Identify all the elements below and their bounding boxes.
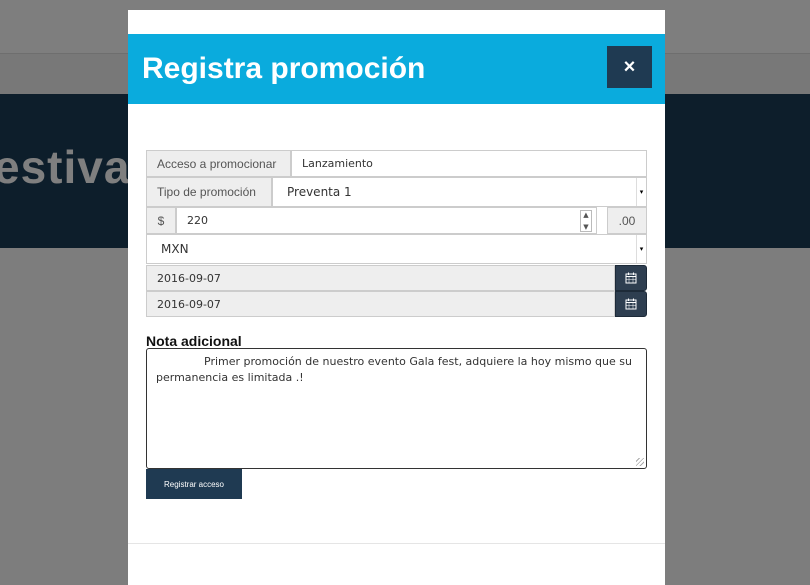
promotion-modal: Registra promoción × Acceso a promociona… xyxy=(128,10,665,585)
price-input[interactable]: 220 ▲ ▼ xyxy=(176,207,597,234)
date-end-row: 2016-09-07 xyxy=(146,291,647,317)
date-end-input[interactable]: 2016-09-07 xyxy=(146,291,615,317)
currency-value: MXN xyxy=(161,242,189,256)
promo-type-select[interactable]: Preventa 1 ▾ xyxy=(272,177,647,207)
spin-up-icon[interactable]: ▲ xyxy=(583,211,588,219)
calendar-icon xyxy=(625,298,637,310)
access-input[interactable]: Lanzamiento xyxy=(291,150,647,177)
chevron-down-icon: ▾ xyxy=(636,178,646,206)
note-textarea[interactable]: Primer promoción de nuestro evento Gala … xyxy=(146,348,647,469)
date-start-input[interactable]: 2016-09-07 xyxy=(146,265,615,291)
close-icon: × xyxy=(623,55,636,78)
calendar-start-button[interactable] xyxy=(615,265,647,291)
price-suffix: .00 xyxy=(607,207,647,234)
note-label: Nota adicional xyxy=(146,333,242,349)
number-spinner[interactable]: ▲ ▼ xyxy=(580,210,592,232)
price-row: $ 220 ▲ ▼ .00 xyxy=(146,207,647,234)
note-text: Primer promoción de nuestro evento Gala … xyxy=(156,355,632,384)
spin-down-icon[interactable]: ▼ xyxy=(583,223,588,231)
chevron-down-icon: ▾ xyxy=(636,235,646,263)
currency-symbol: $ xyxy=(146,207,176,234)
calendar-end-button[interactable] xyxy=(615,291,647,317)
close-button[interactable]: × xyxy=(607,46,652,88)
access-label: Acceso a promocionar xyxy=(146,150,291,177)
modal-title: Registra promoción xyxy=(142,52,426,85)
currency-row: MXN ▾ xyxy=(146,234,647,264)
modal-footer-divider xyxy=(128,543,665,544)
modal-header: Registra promoción × xyxy=(128,34,665,104)
promo-type-value: Preventa 1 xyxy=(287,185,352,199)
promo-type-row: Tipo de promoción Preventa 1 ▾ xyxy=(146,177,647,207)
date-start-row: 2016-09-07 xyxy=(146,265,647,291)
resize-handle-icon[interactable] xyxy=(636,458,644,466)
price-value: 220 xyxy=(187,214,208,227)
register-access-button[interactable]: Registrar acceso xyxy=(146,469,242,499)
currency-select[interactable]: MXN ▾ xyxy=(146,234,647,264)
access-row: Acceso a promocionar Lanzamiento xyxy=(146,150,647,177)
promo-type-label: Tipo de promoción xyxy=(146,177,272,207)
calendar-icon xyxy=(625,272,637,284)
